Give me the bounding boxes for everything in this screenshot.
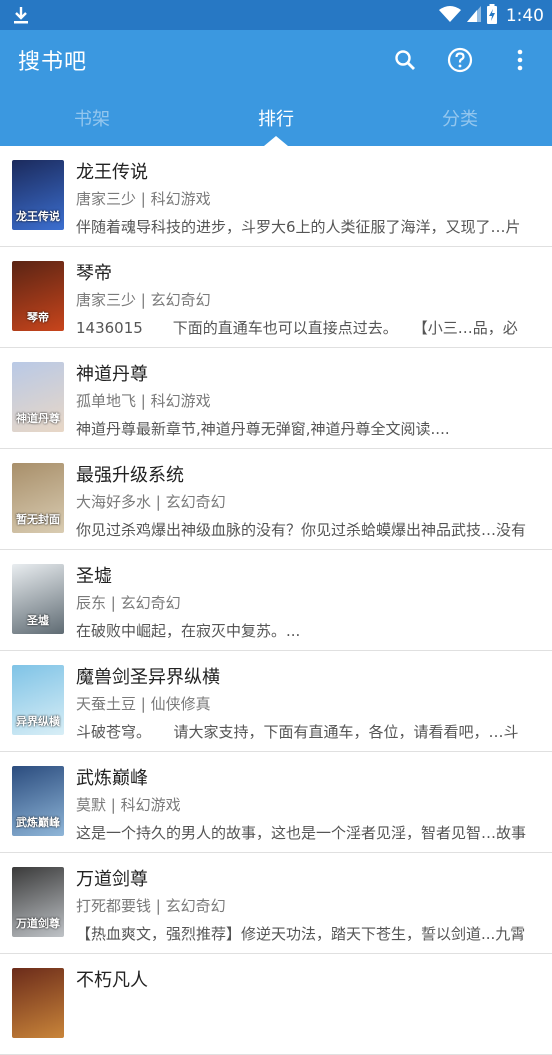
book-author-genre: 孤单地飞 | 科幻游戏 <box>76 392 211 410</box>
book-list-item[interactable]: 琴帝 琴帝 唐家三少 | 玄幻奇幻 1436015 下面的直通车也可以直接点过去。 【… <box>0 247 552 348</box>
book-title: 武炼巅峰 <box>76 768 148 789</box>
book-description: 【热血爽文，强烈推荐】修逆天功法，踏天下苍生，誓以剑道...九霄 <box>76 925 526 943</box>
book-list-item[interactable]: 万道剑尊 万道剑尊 打死都要钱 | 玄幻奇幻 【热血爽文，强烈推荐】修逆天功法，踏天下… <box>0 853 552 954</box>
book-cover: 武炼巅峰 <box>12 766 64 836</box>
help-button[interactable] <box>445 45 475 75</box>
battery-charging-icon <box>486 4 498 28</box>
signal-icon <box>466 5 482 27</box>
book-list-item[interactable]: 神道丹尊 神道丹尊 孤单地飞 | 科幻游戏 神道丹尊最新章节,神道丹尊无弹窗,神道丹尊… <box>0 348 552 449</box>
book-description: 斗破苍穹。 请大家支持，下面有直通车，各位，请看看吧，…斗 <box>76 723 519 741</box>
book-title: 魔兽剑圣异界纵横 <box>76 667 220 688</box>
download-icon <box>12 5 30 29</box>
book-cover: 龙王传说 <box>12 160 64 230</box>
book-cover: 神道丹尊 <box>12 362 64 432</box>
book-cover-text: 神道丹尊 <box>16 412 60 425</box>
book-cover: 琴帝 <box>12 261 64 331</box>
book-title: 圣墟 <box>76 566 112 587</box>
book-title: 神道丹尊 <box>76 364 148 385</box>
book-description: 伴随着魂导科技的进步，斗罗大6上的人类征服了海洋，又现了…片 <box>76 218 521 236</box>
book-cover-text: 圣墟 <box>27 614 49 627</box>
book-description: 在破败中崛起，在寂灭中复苏。... <box>76 622 301 640</box>
book-author-genre: 莫默 | 科幻游戏 <box>76 796 181 814</box>
app-title: 搜书吧 <box>18 50 88 75</box>
book-cover <box>12 968 64 1038</box>
book-title: 龙王传说 <box>76 162 148 183</box>
book-list-item[interactable]: 武炼巅峰 武炼巅峰 莫默 | 科幻游戏 这是一个持久的男人的故事，这也是一个淫者见淫，… <box>0 752 552 853</box>
tab-bookshelf[interactable]: 书架 <box>0 90 184 146</box>
book-cover: 万道剑尊 <box>12 867 64 937</box>
book-cover-text: 龙王传说 <box>16 210 60 223</box>
tab-category[interactable]: 分类 <box>368 90 552 146</box>
book-author-genre: 唐家三少 | 科幻游戏 <box>76 190 211 208</box>
search-icon <box>395 50 415 70</box>
book-list-item[interactable]: 异界纵横 魔兽剑圣异界纵横 天蚕土豆 | 仙侠修真斗破苍穹。 请大家支持，下面有直通… <box>0 651 552 752</box>
book-author-genre: 天蚕土豆 | 仙侠修真 <box>76 695 211 713</box>
book-cover: 异界纵横 <box>12 665 64 735</box>
tab-indicator <box>264 136 288 146</box>
book-cover: 圣墟 <box>12 564 64 634</box>
book-cover: 暂无封面 <box>12 463 64 533</box>
book-cover-text: 异界纵横 <box>16 715 60 728</box>
book-title: 最强升级系统 <box>76 465 184 486</box>
book-author-genre: 打死都要钱 | 玄幻奇幻 <box>76 897 226 915</box>
book-list-item[interactable]: 不朽凡人 <box>0 954 552 1055</box>
book-list: 龙王传说 龙王传说 唐家三少 | 科幻游戏 伴随着魂导科技的进步，斗罗大6上的人类征服… <box>0 146 552 1055</box>
status-bar: 1:40 <box>0 0 552 30</box>
book-description: 你见过杀鸡爆出神级血脉的没有？你见过杀蛤蟆爆出神品武技…没有 <box>76 521 527 539</box>
book-author-genre: 唐家三少 | 玄幻奇幻 <box>76 291 211 309</box>
book-title: 万道剑尊 <box>76 869 148 890</box>
book-list-item[interactable]: 龙王传说 龙王传说 唐家三少 | 科幻游戏 伴随着魂导科技的进步，斗罗大6上的人类征服… <box>0 146 552 247</box>
book-author-genre: 辰东 | 玄幻奇幻 <box>76 594 181 612</box>
more-button[interactable] <box>505 45 535 75</box>
book-cover-text: 万道剑尊 <box>16 917 60 930</box>
more-vert-icon <box>517 49 523 71</box>
book-cover-text: 武炼巅峰 <box>16 816 60 829</box>
book-list-item[interactable]: 圣墟 圣墟 辰东 | 玄幻奇幻 在破败中崛起，在寂灭中复苏。... <box>0 550 552 651</box>
book-list-item[interactable]: 暂无封面 最强升级系统大海好多水 | 玄幻奇幻你见过杀鸡爆出神级血脉的没有？你见过… <box>0 449 552 550</box>
wifi-icon <box>438 5 462 27</box>
book-title: 不朽凡人 <box>76 970 148 991</box>
status-time: 1:40 <box>505 6 544 26</box>
search-button[interactable] <box>390 45 420 75</box>
book-author-genre: 大海好多水 | 玄幻奇幻 <box>76 493 226 511</box>
book-description: 这是一个持久的男人的故事，这也是一个淫者见淫，智者见智…故事 <box>76 824 527 842</box>
book-description: 1436015 下面的直通车也可以直接点过去。 【小三…品，必 <box>76 319 518 337</box>
book-title: 琴帝 <box>76 263 112 284</box>
book-description: 神道丹尊最新章节,神道丹尊无弹窗,神道丹尊全文阅读.... <box>76 420 450 438</box>
help-circle-icon <box>447 47 473 73</box>
book-cover-text: 琴帝 <box>27 311 49 324</box>
tab-bar: 书架 排行 分类 <box>0 90 552 146</box>
book-cover-text: 暂无封面 <box>16 513 60 526</box>
app-bar: 搜书吧 书架 排行 分类 <box>0 30 552 146</box>
